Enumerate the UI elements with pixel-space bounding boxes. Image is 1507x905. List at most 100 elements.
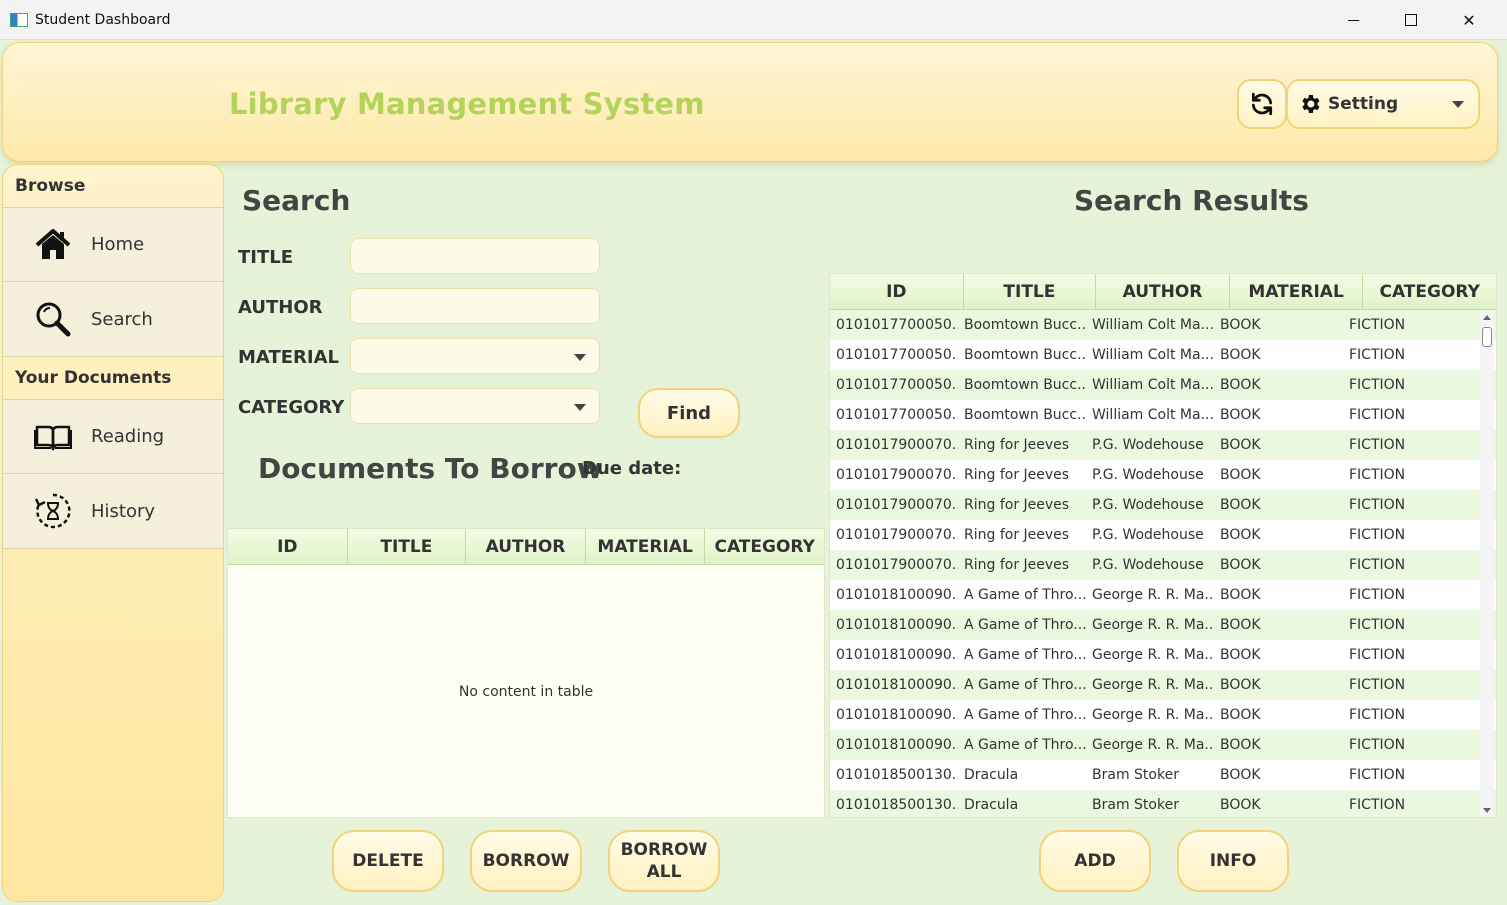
delete-button[interactable]: DELETE	[332, 830, 444, 892]
author-input[interactable]	[350, 288, 600, 324]
info-button[interactable]: INFO	[1177, 830, 1289, 892]
table-cell: FICTION	[1349, 467, 1406, 483]
table-row[interactable]: 0101017700050... Boomtown Bucc... William …	[830, 310, 1496, 340]
table-cell: P.G. Wodehouse	[1092, 557, 1204, 573]
table-row[interactable]: 0101017900070... Ring for Jeeves P.G. Wode…	[830, 550, 1496, 580]
table-row[interactable]: 0101018100090... A Game of Thro... George …	[830, 580, 1496, 610]
table-cell: BOOK	[1220, 557, 1261, 573]
table-cell: FICTION	[1349, 317, 1406, 333]
results-table-header: ID TITLE AUTHOR MATERIAL CATEGORY	[830, 274, 1496, 310]
table-cell: BOOK	[1220, 377, 1261, 393]
table-cell: George R. R. Ma...	[1092, 737, 1214, 753]
table-cell: BOOK	[1220, 347, 1261, 363]
category-label: CATEGORY	[238, 397, 345, 418]
scroll-down-icon[interactable]	[1483, 808, 1491, 813]
table-cell: 0101017700050...	[836, 317, 958, 333]
column-header-category[interactable]: CATEGORY	[705, 529, 824, 564]
scroll-up-icon[interactable]	[1483, 315, 1491, 320]
table-cell: 0101018100090...	[836, 647, 958, 663]
sidebar-item-reading[interactable]: Reading	[3, 399, 223, 474]
table-row[interactable]: 0101018100090... A Game of Thro... George …	[830, 610, 1496, 640]
column-header-author[interactable]: AUTHOR	[1096, 274, 1230, 309]
chevron-down-icon	[1452, 101, 1464, 108]
table-cell: 0101018500130...	[836, 767, 958, 783]
table-cell: A Game of Thro...	[964, 707, 1086, 723]
table-cell: FICTION	[1349, 617, 1406, 633]
column-header-category[interactable]: CATEGORY	[1363, 274, 1496, 309]
table-row[interactable]: 0101017700050... Boomtown Bucc... William …	[830, 340, 1496, 370]
table-cell: P.G. Wodehouse	[1092, 467, 1204, 483]
home-icon	[35, 228, 71, 259]
table-cell: 0101017900070...	[836, 437, 958, 453]
sidebar-item-home[interactable]: Home	[3, 207, 223, 282]
find-button[interactable]: Find	[638, 388, 740, 438]
borrow-heading: Documents To Borrow	[258, 452, 603, 485]
table-row[interactable]: 0101017700050... Boomtown Bucc... William …	[830, 400, 1496, 430]
table-row[interactable]: 0101017900070... Ring for Jeeves P.G. Wode…	[830, 430, 1496, 460]
results-scrollbar[interactable]	[1480, 311, 1494, 817]
add-button[interactable]: ADD	[1039, 830, 1151, 892]
column-header-id[interactable]: ID	[228, 529, 348, 564]
table-cell: BOOK	[1220, 407, 1261, 423]
table-row[interactable]: 0101017900070... Ring for Jeeves P.G. Wode…	[830, 460, 1496, 490]
table-row[interactable]: 0101018100090... A Game of Thro... George …	[830, 640, 1496, 670]
table-cell: William Colt Ma...	[1092, 317, 1214, 333]
table-row[interactable]: 0101018100090... A Game of Thro... George …	[830, 730, 1496, 760]
title-input[interactable]	[350, 238, 600, 274]
setting-dropdown[interactable]: Setting	[1286, 79, 1480, 129]
borrow-all-button[interactable]: BORROW ALL	[608, 830, 720, 892]
table-cell: P.G. Wodehouse	[1092, 497, 1204, 513]
table-cell: Ring for Jeeves	[964, 437, 1070, 453]
maximize-button[interactable]	[1388, 4, 1434, 36]
column-header-title[interactable]: TITLE	[348, 529, 467, 564]
table-cell: 0101017900070...	[836, 557, 958, 573]
table-row[interactable]: 0101017700050... Boomtown Bucc... William …	[830, 370, 1496, 400]
table-cell: Ring for Jeeves	[964, 497, 1070, 513]
material-select[interactable]	[350, 338, 600, 374]
table-cell: Ring for Jeeves	[964, 557, 1070, 573]
table-row[interactable]: 0101018100090... A Game of Thro... George …	[830, 670, 1496, 700]
column-header-material[interactable]: MATERIAL	[586, 529, 706, 564]
sidebar-item-label: History	[91, 500, 156, 522]
table-cell: BOOK	[1220, 587, 1261, 603]
table-cell: 0101017700050...	[836, 377, 958, 393]
table-cell: 0101018100090...	[836, 737, 958, 753]
table-row[interactable]: 0101017900070... Ring for Jeeves P.G. Wode…	[830, 520, 1496, 550]
window-title: Student Dashboard	[35, 11, 171, 28]
table-row[interactable]: 0101018500130... Dracula Bram Stoker BOOK FI…	[830, 790, 1496, 817]
sidebar-section-your-documents: Your Documents	[15, 368, 172, 388]
table-cell: 0101018100090...	[836, 677, 958, 693]
table-row[interactable]: 0101018100090... A Game of Thro... George …	[830, 700, 1496, 730]
column-header-title[interactable]: TITLE	[964, 274, 1097, 309]
borrow-button[interactable]: BORROW	[470, 830, 582, 892]
table-cell: 0101017700050...	[836, 407, 958, 423]
table-cell: A Game of Thro...	[964, 647, 1086, 663]
table-cell: Ring for Jeeves	[964, 467, 1070, 483]
table-row[interactable]: 0101018500130... Dracula Bram Stoker BOOK FI…	[830, 760, 1496, 790]
sidebar-item-history[interactable]: History	[3, 474, 223, 549]
table-cell: Boomtown Bucc...	[964, 377, 1086, 393]
search-icon	[36, 302, 71, 337]
results-table-body: 0101017700050... Boomtown Bucc... William …	[830, 310, 1496, 817]
table-cell: A Game of Thro...	[964, 617, 1086, 633]
column-header-material[interactable]: MATERIAL	[1230, 274, 1364, 309]
app-title: Library Management System	[229, 87, 705, 121]
column-header-id[interactable]: ID	[830, 274, 964, 309]
scrollbar-thumb[interactable]	[1482, 327, 1492, 347]
sidebar-item-label: Reading	[91, 426, 165, 447]
borrow-table: ID TITLE AUTHOR MATERIAL CATEGORY No con…	[227, 528, 825, 818]
table-cell: 0101017900070...	[836, 497, 958, 513]
table-cell: George R. R. Ma...	[1092, 617, 1214, 633]
table-cell: BOOK	[1220, 467, 1261, 483]
table-row[interactable]: 0101017900070... Ring for Jeeves P.G. Wode…	[830, 490, 1496, 520]
minimize-button[interactable]	[1330, 4, 1376, 36]
category-select[interactable]	[350, 388, 600, 424]
table-cell: William Colt Ma...	[1092, 407, 1214, 423]
table-cell: BOOK	[1220, 767, 1261, 783]
sidebar-item-search[interactable]: Search	[3, 282, 223, 357]
author-label: AUTHOR	[238, 297, 323, 318]
close-button[interactable]: ✕	[1446, 4, 1492, 36]
column-header-author[interactable]: AUTHOR	[466, 529, 586, 564]
table-cell: 0101017900070...	[836, 527, 958, 543]
refresh-button[interactable]	[1237, 79, 1287, 129]
